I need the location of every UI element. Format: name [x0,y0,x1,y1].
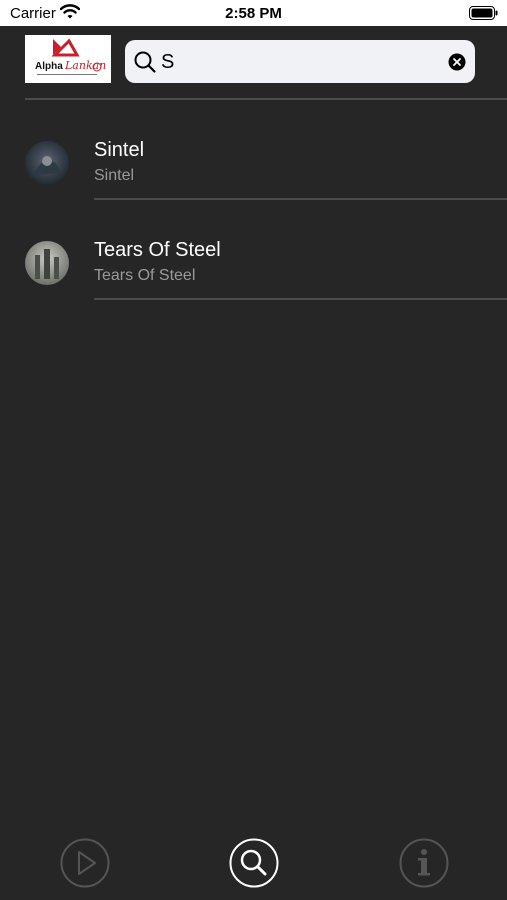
header: Alpha Lankan [0,26,507,99]
tab-search[interactable] [229,838,279,888]
status-bar: Carrier 2:58 PM [0,0,507,26]
logo-text: Alpha [35,61,63,72]
search-results-list: Sintel Sintel Tears Of Steel Tears Of St… [0,100,507,300]
search-icon [133,50,157,79]
search-input[interactable] [161,47,431,77]
battery-icon [469,6,499,25]
logo-script: Lankan [65,59,107,72]
status-time: 2:58 PM [225,5,282,22]
item-title: Tears Of Steel [94,239,221,261]
item-subtitle: Tears Of Steel [94,267,196,284]
tab-info[interactable] [399,838,449,888]
info-icon [399,838,449,888]
thumbnail-tears-of-steel [25,241,69,285]
clear-icon[interactable] [448,53,466,76]
row-divider [94,298,507,300]
list-item[interactable]: Sintel Sintel [0,100,507,200]
search-icon [229,838,279,888]
thumbnail-sintel [25,141,69,185]
tab-play[interactable] [60,838,110,888]
item-subtitle: Sintel [94,167,135,184]
tab-bar [0,830,507,900]
search-bar[interactable] [125,40,475,83]
app-logo: Alpha Lankan [25,35,111,83]
list-item[interactable]: Tears Of Steel Tears Of Steel [0,200,507,300]
item-title: Sintel [94,139,145,161]
play-icon [60,838,110,888]
